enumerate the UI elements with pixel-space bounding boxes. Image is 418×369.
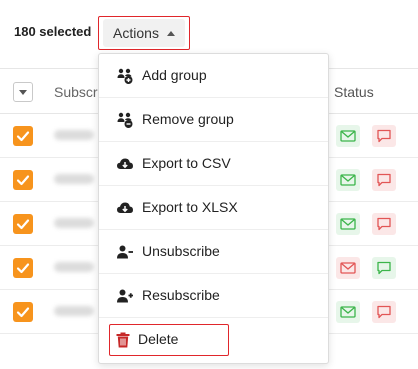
column-header-status: Status xyxy=(334,84,374,100)
user-plus-icon xyxy=(115,286,135,306)
menu-item-label: Remove group xyxy=(142,111,234,127)
actions-button[interactable]: Actions xyxy=(98,16,190,50)
row-checkbox[interactable] xyxy=(13,258,33,278)
email-status xyxy=(336,125,360,147)
cloud-download-icon xyxy=(115,154,135,174)
selected-count: 180 selected xyxy=(14,24,92,39)
subscriber-email-blurred xyxy=(54,306,94,316)
email-status xyxy=(336,301,360,323)
menu-item-remove-group[interactable]: Remove group xyxy=(99,98,328,142)
menu-item-add-group[interactable]: Add group xyxy=(99,54,328,98)
menu-item-export-xlsx[interactable]: Export to XLSX xyxy=(99,186,328,230)
envelope-icon xyxy=(340,262,356,274)
check-icon xyxy=(16,263,30,274)
select-all-dropdown[interactable] xyxy=(13,82,33,102)
sms-status xyxy=(372,169,396,191)
subscriber-email-blurred xyxy=(54,130,94,140)
check-icon xyxy=(16,307,30,318)
check-icon xyxy=(16,131,30,142)
row-checkbox[interactable] xyxy=(13,302,33,322)
envelope-icon xyxy=(340,130,356,142)
sms-status xyxy=(372,301,396,323)
sms-status xyxy=(372,213,396,235)
sms-status xyxy=(372,125,396,147)
subscriber-email-blurred xyxy=(54,218,94,228)
check-icon xyxy=(16,219,30,230)
row-checkbox[interactable] xyxy=(13,214,33,234)
chat-bubble-icon xyxy=(377,217,391,231)
chat-bubble-icon xyxy=(377,173,391,187)
chat-bubble-icon xyxy=(377,305,391,319)
menu-item-label: Unsubscribe xyxy=(142,243,220,259)
menu-item-export-csv[interactable]: Export to CSV xyxy=(99,142,328,186)
check-icon xyxy=(16,175,30,186)
menu-item-resubscribe[interactable]: Resubscribe xyxy=(99,274,328,318)
delete-highlight xyxy=(109,324,229,356)
menu-item-label: Resubscribe xyxy=(142,287,220,303)
envelope-icon xyxy=(340,174,356,186)
actions-menu: Add group Remove group Export to CSV Exp… xyxy=(98,53,329,364)
add-group-icon xyxy=(115,66,135,86)
row-checkbox[interactable] xyxy=(13,126,33,146)
sms-status xyxy=(372,257,396,279)
email-status xyxy=(336,213,360,235)
caret-up-icon xyxy=(166,30,175,36)
actions-label: Actions xyxy=(113,25,159,41)
column-header-subscriber[interactable]: Subscri xyxy=(54,84,101,100)
remove-group-icon xyxy=(115,110,135,130)
subscriber-email-blurred xyxy=(54,174,94,184)
actions-button-inner[interactable]: Actions xyxy=(103,19,185,47)
menu-item-unsubscribe[interactable]: Unsubscribe xyxy=(99,230,328,274)
email-status xyxy=(336,169,360,191)
chat-bubble-icon xyxy=(377,129,391,143)
menu-item-label: Export to XLSX xyxy=(142,199,238,215)
menu-item-label: Export to CSV xyxy=(142,155,231,171)
envelope-icon xyxy=(340,218,356,230)
menu-item-label: Add group xyxy=(142,67,207,83)
chat-bubble-icon xyxy=(377,261,391,275)
row-checkbox[interactable] xyxy=(13,170,33,190)
email-status xyxy=(336,257,360,279)
user-minus-icon xyxy=(115,242,135,262)
cloud-download-icon xyxy=(115,198,135,218)
subscriber-email-blurred xyxy=(54,262,94,272)
chevron-down-icon xyxy=(19,89,27,95)
envelope-icon xyxy=(340,306,356,318)
